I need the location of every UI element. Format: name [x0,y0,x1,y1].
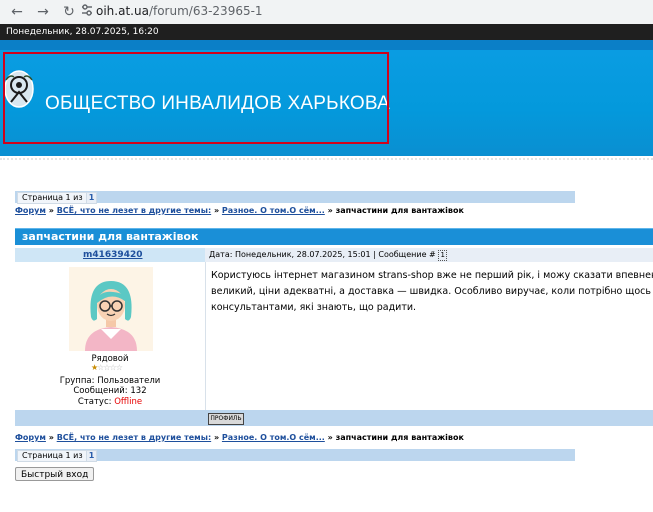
url-domain: oih.at.ua [96,4,149,18]
highlight-outline [3,52,389,144]
star-icon: ☆ [115,363,123,372]
page-link[interactable]: 1 [86,192,97,204]
user-group: Группа: Пользователи [59,376,161,386]
post-date: Дата: Понедельник, 28.07.2025, 15:01 | С… [209,250,436,259]
user-status: Статус: Offline [77,397,143,407]
breadcrumb-separator: » [213,206,220,215]
status-badge: Offline [114,397,143,407]
pagination-bottom: Страница 1 из 1 1 [15,449,575,462]
breadcrumb-separator: » [213,433,220,442]
arrow-left-icon[interactable]: ← [8,3,26,21]
breadcrumb-top: Форум » ВСЁ, что не лезет в другие темы:… [15,206,464,215]
post-message: Користуюсь інтернет магазином strans-sho… [211,268,653,316]
date-bar: Понедельник, 28.07.2025, 16:20 [0,24,653,40]
header-stripe [0,40,653,50]
breadcrumb-current: запчастини для вантажівок [335,433,464,442]
breadcrumb-separator: » [48,433,54,442]
breadcrumb-section-link[interactable]: ВСЁ, что не лезет в другие темы: [57,206,211,215]
post-text-line: консультантами, які знають, що радити. [211,302,417,313]
breadcrumb-section-link[interactable]: ВСЁ, что не лезет в другие темы: [57,433,211,442]
rank-stars: ★☆☆☆☆ [91,364,133,372]
breadcrumb-separator: » [327,206,333,215]
breadcrumb-separator: » [48,206,54,215]
user-message-count: Сообщений: 132 [73,386,147,396]
breadcrumb-separator: » [327,433,333,442]
profile-button[interactable]: ПРОФИЛЬ [208,413,244,425]
pagination-top: Страница 1 из 1 1 [15,191,575,204]
reload-icon[interactable]: ↻ [60,3,78,21]
breadcrumb-bottom: Форум » ВСЁ, что не лезет в другие темы:… [15,433,464,442]
address-bar[interactable]: oih.at.ua/forum/63-23965-1 [96,4,263,18]
current-date: Понедельник, 28.07.2025, 16:20 [6,27,159,37]
pagination-label: Страница 1 из 1 [17,192,96,204]
message-number-link[interactable]: 1 [438,250,448,261]
pagination-label: Страница 1 из 1 [17,450,96,462]
page-link[interactable]: 1 [86,450,97,462]
quick-login-button[interactable]: Быстрый вход [15,467,95,481]
breadcrumb-subsection-link[interactable]: Разное. О том.О сём... [222,206,325,215]
url-path: /forum/63-23965-1 [148,4,263,18]
post-username-link[interactable]: m41639420 [83,250,142,260]
post-text-line: Користуюсь інтернет магазином strans-sho… [211,270,653,281]
avatar [69,267,153,351]
topic-title: запчастини для вантажівок [22,230,199,243]
tune-icon[interactable] [78,3,96,21]
breadcrumb-forum-link[interactable]: Форум [15,206,46,215]
breadcrumb-subsection-link[interactable]: Разное. О том.О сём... [222,433,325,442]
post-text-line: великий, ціни адекватні, а доставка — шв… [211,286,653,297]
post-meta: Дата: Понедельник, 28.07.2025, 15:01 | С… [209,250,448,261]
breadcrumb-current: запчастини для вантажівок [335,206,464,215]
breadcrumb-forum-link[interactable]: Форум [15,433,46,442]
arrow-right-icon[interactable]: → [34,3,52,21]
post-footer [15,410,653,426]
